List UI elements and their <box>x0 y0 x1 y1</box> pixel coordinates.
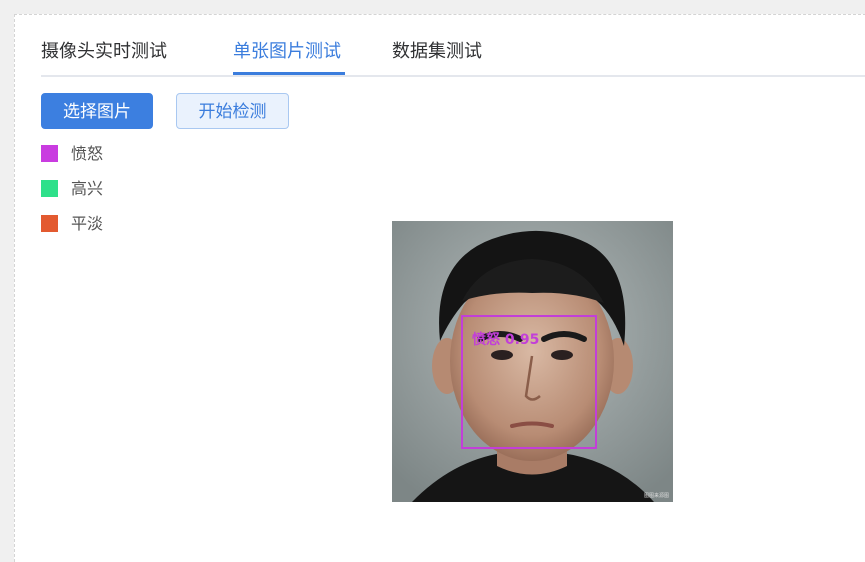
legend-swatch-happy <box>41 180 58 197</box>
tab-single-image[interactable]: 单张图片测试 <box>233 41 341 63</box>
select-image-button[interactable]: 选择图片 <box>41 93 153 129</box>
legend-label-happy: 高兴 <box>71 179 104 198</box>
tab-camera-realtime[interactable]: 摄像头实时测试 <box>41 41 167 63</box>
main-panel: 摄像头实时测试 单张图片测试 数据集测试 选择图片 开始检测 愤怒 高兴 平淡 <box>14 14 865 562</box>
legend-label-angry: 愤怒 <box>71 144 104 163</box>
tab-dataset[interactable]: 数据集测试 <box>392 41 482 63</box>
active-tab-indicator <box>233 72 345 75</box>
start-detect-button[interactable]: 开始检测 <box>176 93 289 129</box>
tab-bar: 摄像头实时测试 单张图片测试 数据集测试 <box>41 15 865 77</box>
legend-label-neutral: 平淡 <box>71 214 104 233</box>
legend-swatch-neutral <box>41 215 58 232</box>
image-watermark: 图图来源图 <box>643 493 669 499</box>
detection-label: 愤怒 0.95 <box>472 332 540 348</box>
result-image: 愤怒 0.95 图图来源图 <box>392 221 673 502</box>
legend-swatch-angry <box>41 145 58 162</box>
